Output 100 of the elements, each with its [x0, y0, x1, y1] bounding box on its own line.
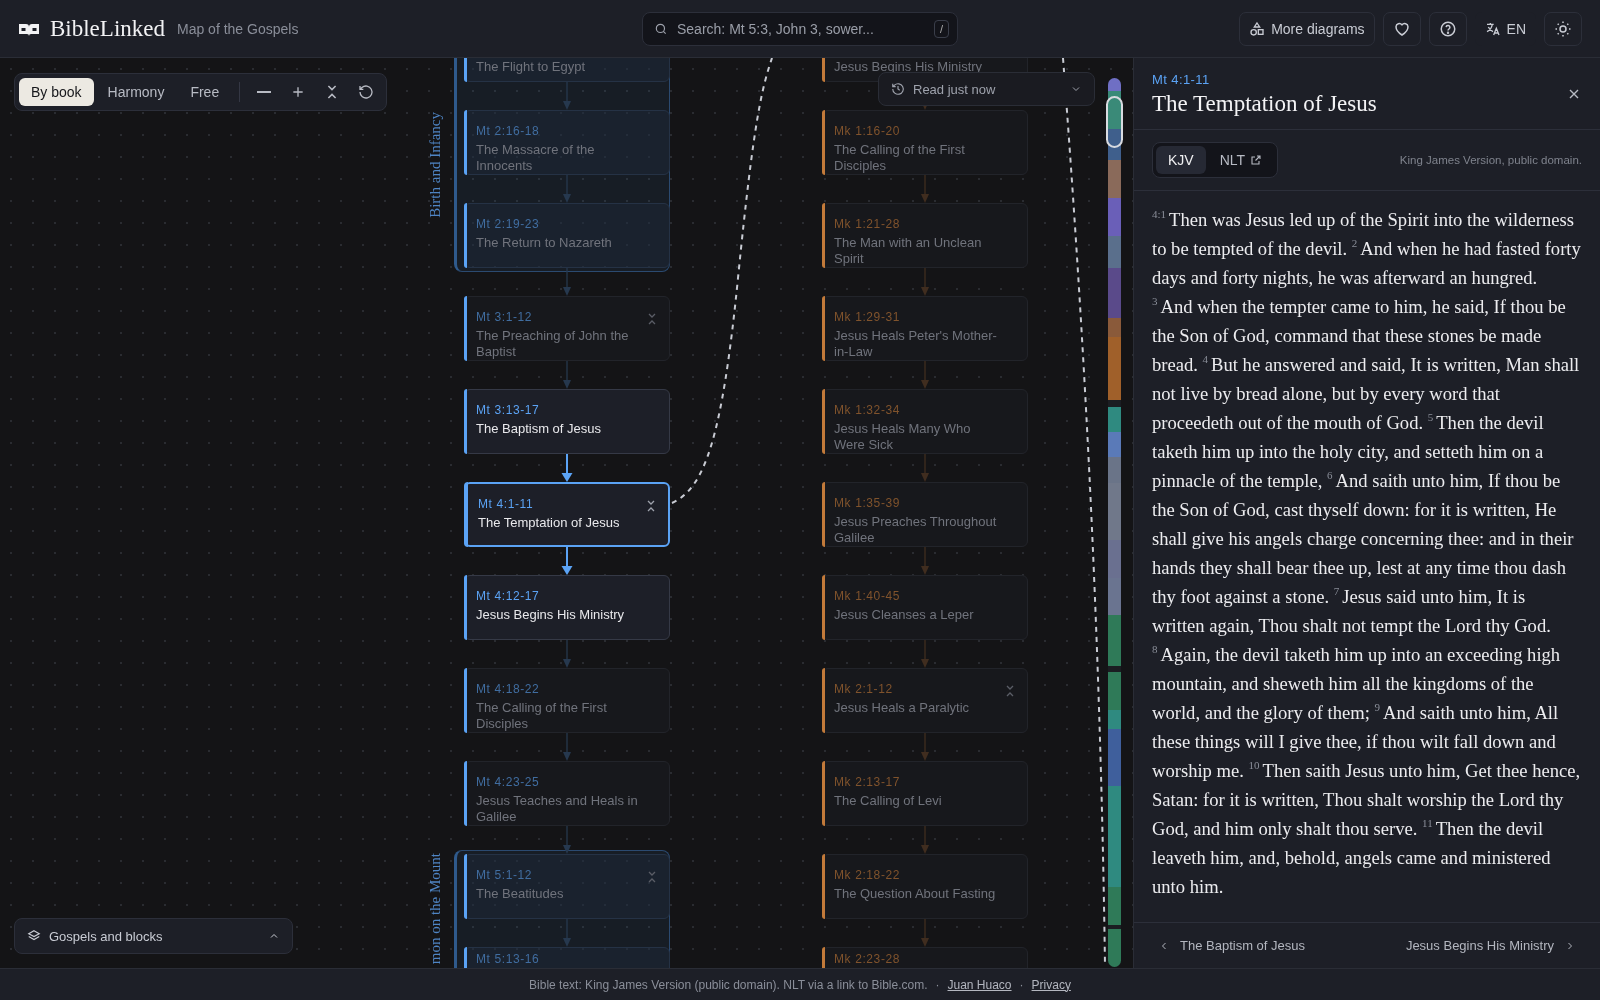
passage-ref: Mt 4:12-17: [476, 589, 541, 603]
passage-card[interactable]: The Flight to Egypt: [464, 58, 670, 82]
passage-card[interactable]: Mk 1:29-31 Jesus Heals Peter's Mother-in-Law: [822, 296, 1028, 361]
collapse-icon[interactable]: [646, 500, 656, 512]
passage-title: The Preaching of John the Baptist: [476, 328, 630, 360]
passage-title: Jesus Heals a Paralytic: [834, 700, 971, 716]
passage-title: The Baptism of Jesus: [476, 421, 602, 437]
version-note: King James Version, public domain.: [1399, 154, 1582, 166]
shortcut-key: /: [933, 19, 949, 38]
scripture-text: $^{4:1}$ Then was Jesus led up of the Spirit into the wilderness to be tempted of the devil. $^{2}$ And when he had fasted forty days and forty nights, he was afterward an hungred. $^{3}$ And when the tempter came to him, he said, If thou be the Son of God, command that these stones be made bread. $^{4}$ But he answered and said, It is written, Man shall not live by bread alone, but by every word that proceedeth out of the mouth of God. $^{5}$ Then the devil taketh him up into the holy city, and setteth him on a pinnacle of the temple, $^{6}$ And saith unto him, If thou be the Son of God, cast thyself down: for it is written, He shall give his angels charge concerning thee: and in their hands they shall bear thee up, lest at any time thou dash thy foot against a stone. $^{7}$ Jesus said unto him, It is written again, Thou shalt not tempt the Lord thy God. $^{8}$ Again, the devil taketh him up into an exceeding high mountain, and sheweth him all the kingdoms of the world, and the glory of them; $^{9}$ And saith unto him, All these things will I give thee, if thou wilt fall down and worship me. $^{10}$ Then saith Jesus unto him, Get thee hence, Satan: for it is written, Thou shalt worship the Lord thy God, and him only shalt thou serve. $^{11}$ Then the devil leaveth him, and, behold, angels came and ministered unto him.: [1151, 207, 1582, 899]
passage-ref: Mt 3:1-12: [476, 310, 534, 324]
passage-ref: Mt 4:1-11: [1152, 72, 1211, 87]
passage-ref: Mt 4:18-22: [476, 682, 541, 696]
passage-ref: Mk 1:32-34: [834, 403, 902, 417]
flow-arrow: [561, 82, 573, 110]
passage-card[interactable]: Mt 3:1-12 The Preaching of John the Baptist: [464, 296, 670, 361]
attribution-text: Bible text: King James Version (public domain). NLT via a link to Bible.com.: [529, 977, 928, 992]
passage-ref: Mk 2:13-17: [834, 775, 902, 789]
view-mode-tab[interactable]: Free: [178, 78, 232, 106]
collapse-icon[interactable]: [647, 313, 657, 325]
passage-heading: The Temptation of Jesus: [1152, 91, 1377, 117]
passage-card[interactable]: Mk 2:1-12 Jesus Heals a Paralytic: [822, 668, 1028, 733]
view-mode-tab[interactable]: Harmony: [95, 78, 177, 106]
flow-arrow: [919, 175, 931, 203]
flow-arrow: [919, 454, 931, 482]
view-mode-tab[interactable]: By book: [19, 78, 94, 106]
passage-ref: Mk 1:16-20: [834, 124, 902, 138]
passage-card[interactable]: Mk 2:18-22 The Question About Fasting: [822, 854, 1028, 919]
flow-arrow: [561, 175, 573, 203]
separator-dot: ·: [935, 977, 940, 992]
passage-title: The Return to Nazareth: [476, 235, 613, 251]
passage-card[interactable]: Mk 2:13-17 The Calling of Levi: [822, 761, 1028, 826]
favorite-button[interactable]: [1382, 11, 1421, 46]
passage-title: The Question About Fasting: [834, 886, 997, 902]
passage-card[interactable]: Mt 5:13-16: [464, 947, 670, 968]
footer-link[interactable]: Juan Huaco: [947, 977, 1012, 992]
passage-ref: Mk 1:21-28: [834, 217, 902, 231]
passage-card[interactable]: Mk 2:23-28: [822, 947, 1028, 968]
passage-card[interactable]: Mt 4:1-11 The Temptation of Jesus: [464, 482, 670, 547]
passage-title: The Beatitudes: [476, 886, 565, 902]
sun-icon: [1554, 19, 1572, 38]
passage-ref: Mk 1:40-45: [834, 589, 902, 603]
collapse-icon: [326, 84, 339, 100]
help-button[interactable]: [1428, 11, 1467, 46]
footer-link[interactable]: Privacy: [1031, 977, 1071, 992]
history-icon: [891, 82, 905, 96]
history-dropdown[interactable]: Read just now: [878, 72, 1095, 106]
passage-card[interactable]: Mt 4:12-17 Jesus Begins His Ministry: [464, 575, 670, 640]
passage-title: The Calling of the First Disciples: [476, 700, 608, 732]
flow-arrow: [561, 733, 573, 761]
passage-title: Jesus Heals Many Who Were Sick: [834, 421, 972, 453]
passage-card[interactable]: Mt 3:13-17 The Baptism of Jesus: [464, 389, 670, 454]
legend-toggle[interactable]: Gospels and blocks: [14, 918, 293, 954]
passage-title: Jesus Heals Peter's Mother-in-Law: [834, 328, 997, 360]
layers-icon: [27, 929, 41, 943]
passage-card[interactable]: Mk 1:40-45 Jesus Cleanses a Leper: [822, 575, 1028, 640]
shapes-icon: [1249, 20, 1266, 37]
translate-icon: [1484, 20, 1501, 37]
app-logo[interactable]: BibleLinked: [50, 15, 165, 42]
passage-title: The Calling of the First Disciples: [834, 142, 966, 174]
passage-card[interactable]: Mt 5:1-12 The Beatitudes: [464, 854, 670, 919]
passage-ref: Mk 2:1-12: [834, 682, 894, 696]
version-tab[interactable]: NLT: [1207, 146, 1275, 174]
flow-arrow: [561, 640, 573, 668]
flow-arrow: [561, 826, 573, 854]
passage-title: Jesus Cleanses a Leper: [834, 607, 975, 623]
passage-card[interactable]: Mt 4:23-25 Jesus Teaches and Heals in Galilee: [464, 761, 670, 826]
passage-ref: Mt 3:13-17: [476, 403, 541, 417]
minus-icon: [257, 91, 272, 93]
flow-arrow: [919, 640, 931, 668]
page-subtitle: Map of the Gospels: [177, 20, 299, 37]
passage-card[interactable]: Mt 4:18-22 The Calling of the First Disciples: [464, 668, 670, 733]
minimap-viewport[interactable]: [1106, 96, 1123, 148]
flow-arrow: [919, 547, 931, 575]
flow-arrow: [561, 268, 573, 296]
next-passage-link[interactable]: Jesus Begins His Ministry: [1399, 934, 1582, 957]
minimap[interactable]: [1108, 78, 1121, 967]
collapse-icon[interactable]: [1005, 685, 1015, 697]
flow-arrow: [561, 361, 573, 389]
flow-arrow: [919, 361, 931, 389]
passage-card[interactable]: Mt 2:19-23 The Return to Nazareth: [464, 203, 670, 268]
passage-card[interactable]: Mk 1:16-20 The Calling of the First Disciples: [822, 110, 1028, 175]
passage-card[interactable]: Mt 2:16-18 The Massacre of the Innocents: [464, 110, 670, 175]
passage-title: Jesus Teaches and Heals in Galilee: [476, 793, 639, 825]
previous-passage-link[interactable]: The Baptism of Jesus: [1152, 934, 1311, 957]
passage-title: The Massacre of the Innocents: [476, 142, 596, 174]
passage-ref: Mk 1:35-39: [834, 496, 902, 510]
passage-card[interactable]: Mk 1:35-39 Jesus Preaches Throughout Galilee: [822, 482, 1028, 547]
version-tab[interactable]: KJV: [1156, 146, 1206, 174]
passage-ref: Mk 1:29-31: [834, 310, 902, 324]
flow-arrow: [919, 826, 931, 854]
flow-arrow: [561, 919, 573, 947]
group-label: Birth and Infancy: [426, 112, 444, 218]
more-diagrams-button[interactable]: More diagrams: [1239, 11, 1375, 46]
passage-card[interactable]: Mk 1:32-34 Jesus Heals Many Who Were Sick: [822, 389, 1028, 454]
theme-button[interactable]: [1544, 11, 1582, 46]
passage-ref: Mk 2:18-22: [834, 868, 902, 882]
passage-card[interactable]: Mk 1:21-28 The Man with an Unclean Spirit: [822, 203, 1028, 268]
flow-arrow: [919, 733, 931, 761]
passage-ref: Mt 2:16-18: [476, 124, 541, 138]
